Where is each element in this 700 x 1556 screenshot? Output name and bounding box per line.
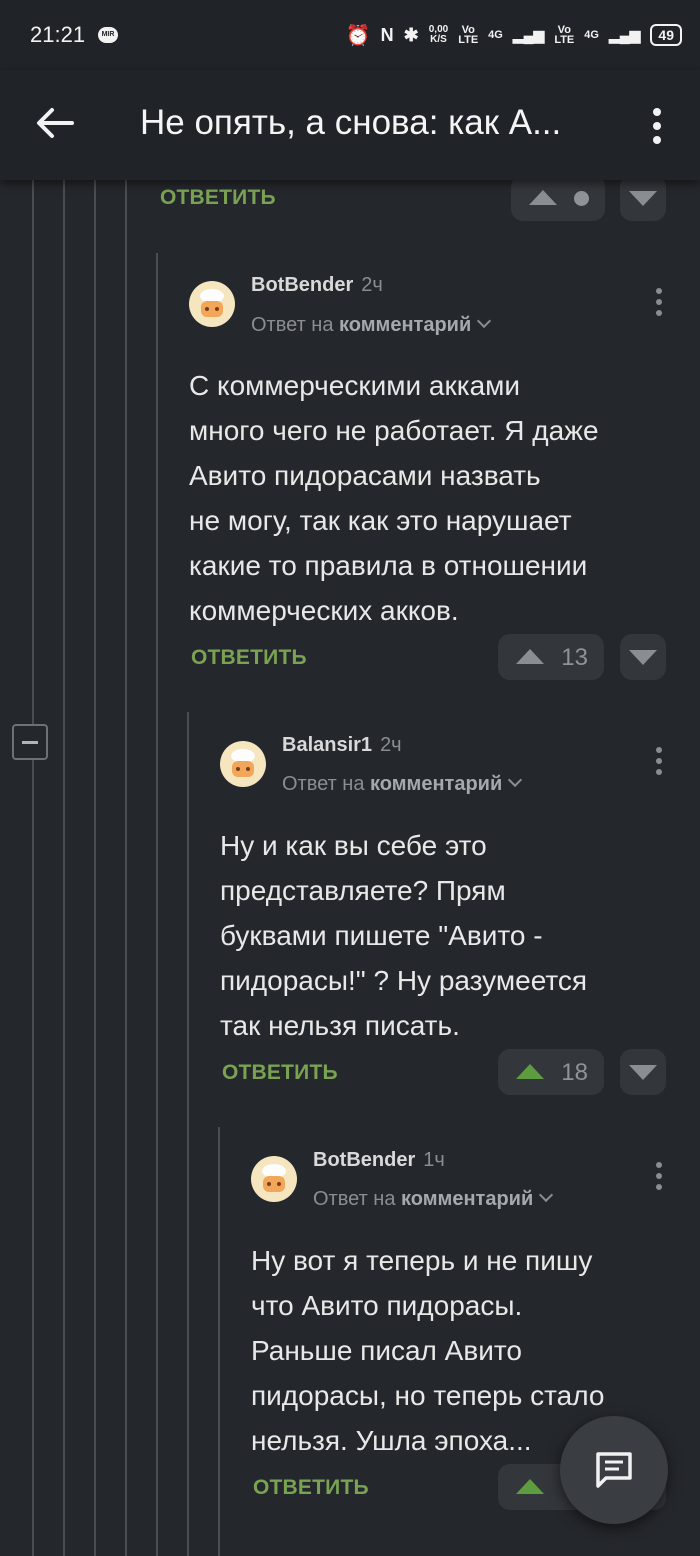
arrow-up-icon[interactable] bbox=[516, 649, 544, 664]
collapse-thread-button[interactable] bbox=[12, 724, 48, 760]
thread-line bbox=[94, 180, 96, 1556]
vote-widget: 13 bbox=[498, 634, 604, 680]
reply-button[interactable]: ОТВЕТИТЬ bbox=[253, 1476, 369, 1500]
chevron-down-icon bbox=[539, 1187, 554, 1203]
thread-line bbox=[187, 712, 189, 1556]
signal-1-icon: ▂▄▆ bbox=[512, 26, 545, 43]
arrow-down-icon[interactable] bbox=[620, 1049, 666, 1095]
page-title: Не опять, а снова: как А... bbox=[140, 103, 562, 142]
more-vert-icon[interactable] bbox=[640, 106, 674, 146]
avatar[interactable] bbox=[189, 281, 235, 327]
reply-to-target: комментарий bbox=[370, 773, 503, 795]
status-bar: 21:21 MIR ⏰ N ✱ 0,00 K/S Vo LTE 4G ▂▄▆ V… bbox=[0, 0, 700, 70]
comment-fab-button[interactable] bbox=[560, 1416, 668, 1524]
reply-to-prefix: Ответ на bbox=[313, 1188, 396, 1210]
comment-text: Ну вот я теперь и не пишу что Авито пидо… bbox=[251, 1245, 605, 1456]
vote-neutral-dot bbox=[574, 191, 589, 206]
vote-count: 13 bbox=[561, 644, 588, 671]
vote-widget: 18 bbox=[498, 1049, 604, 1095]
comment-age: 2ч bbox=[380, 734, 402, 756]
comment-text: Ну и как вы себе это представляете? Прям… bbox=[220, 830, 588, 1041]
comment-menu-icon[interactable] bbox=[654, 288, 664, 318]
avatar[interactable] bbox=[251, 1156, 297, 1202]
network-speed: 0,00 K/S bbox=[428, 24, 449, 45]
thread-line bbox=[156, 253, 158, 1556]
thread-line bbox=[125, 180, 127, 1556]
comment-author[interactable]: BotBender 2ч bbox=[251, 274, 383, 297]
author-name: BotBender bbox=[251, 274, 354, 296]
signal-1-gen: 4G bbox=[488, 29, 503, 41]
reply-to-prefix: Ответ на bbox=[251, 314, 334, 336]
vote-widget bbox=[511, 175, 605, 221]
volte-indicator-2: Vo LTE bbox=[554, 24, 575, 46]
reply-button[interactable]: ОТВЕТИТЬ bbox=[160, 186, 276, 210]
volte-indicator-1: Vo LTE bbox=[458, 24, 479, 46]
nfc-icon: N bbox=[380, 24, 394, 45]
reply-to-target: комментарий bbox=[339, 314, 472, 336]
avatar[interactable] bbox=[220, 741, 266, 787]
comment-fab-icon bbox=[596, 1452, 632, 1488]
reply-to-prefix: Ответ на bbox=[282, 773, 365, 795]
author-name: BotBender bbox=[313, 1149, 416, 1171]
reply-button[interactable]: ОТВЕТИТЬ bbox=[191, 646, 307, 670]
mir-icon: MIR bbox=[98, 27, 118, 43]
back-arrow-icon[interactable] bbox=[32, 100, 78, 146]
arrow-down-icon[interactable] bbox=[620, 634, 666, 680]
battery-level: 49 bbox=[650, 24, 682, 46]
comment-menu-icon[interactable] bbox=[654, 1162, 664, 1192]
app-bar: Не опять, а снова: как А... bbox=[0, 70, 700, 180]
arrow-down-icon[interactable] bbox=[620, 175, 666, 221]
comment-age: 2ч bbox=[361, 274, 383, 296]
comment-age: 1ч bbox=[423, 1149, 445, 1171]
arrow-up-icon[interactable] bbox=[516, 1064, 544, 1079]
bluetooth-icon: ✱ bbox=[403, 24, 419, 45]
alarm-icon: ⏰ bbox=[345, 24, 371, 47]
comment-text: С коммерческими акками много чего не раб… bbox=[189, 370, 599, 626]
chevron-down-icon bbox=[477, 313, 492, 329]
comment-menu-icon[interactable] bbox=[654, 747, 664, 777]
signal-2-gen: 4G bbox=[584, 29, 599, 41]
reply-button[interactable]: ОТВЕТИТЬ bbox=[222, 1061, 338, 1085]
reply-to-target: комментарий bbox=[401, 1188, 534, 1210]
reply-to-link[interactable]: Ответ на комментарий bbox=[251, 313, 492, 337]
thread-line bbox=[218, 1127, 220, 1556]
signal-2-icon: ▂▄▆ bbox=[608, 26, 641, 43]
thread-line bbox=[32, 180, 34, 1556]
thread-line bbox=[63, 180, 65, 1556]
comment-author[interactable]: BotBender 1ч bbox=[313, 1149, 445, 1172]
comment-author[interactable]: Balansir1 2ч bbox=[282, 734, 402, 757]
status-icons: ⏰ N ✱ 0,00 K/S Vo LTE 4G ▂▄▆ Vo LTE 4G ▂… bbox=[346, 20, 682, 50]
author-name: Balansir1 bbox=[282, 734, 373, 756]
vote-count: 18 bbox=[561, 1059, 588, 1086]
reply-to-link[interactable]: Ответ на комментарий bbox=[313, 1187, 554, 1211]
chevron-down-icon bbox=[508, 772, 523, 788]
arrow-up-icon[interactable] bbox=[516, 1479, 544, 1494]
status-time: 21:21 bbox=[30, 22, 86, 47]
arrow-up-icon[interactable] bbox=[529, 190, 557, 205]
reply-to-link[interactable]: Ответ на комментарий bbox=[282, 772, 523, 796]
